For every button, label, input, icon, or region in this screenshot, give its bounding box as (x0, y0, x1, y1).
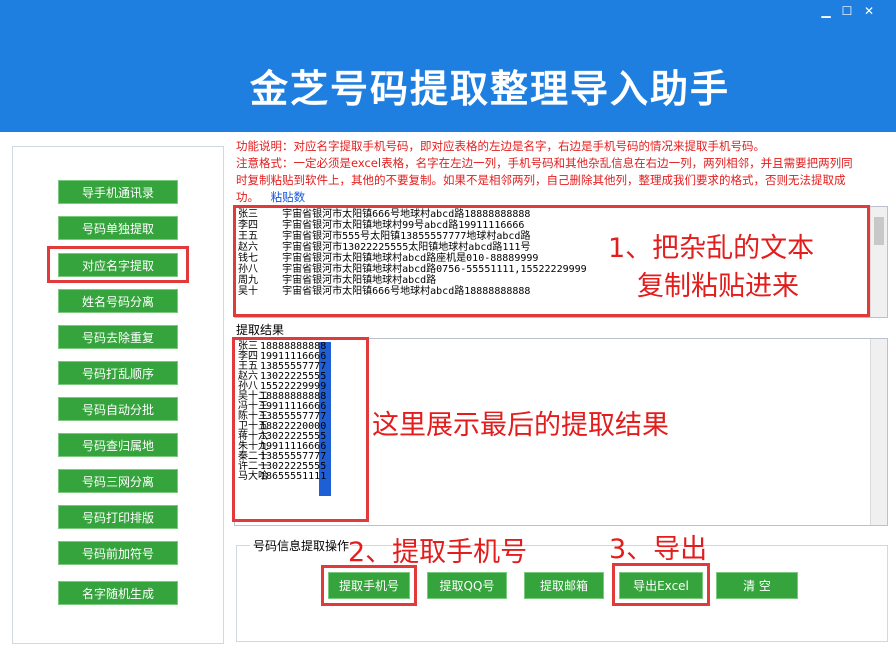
highlight-box-sidebar (47, 246, 189, 283)
sidebar-button-lookup-location[interactable]: 号码查归属地 (58, 433, 178, 457)
annotation-paste-line-1: 1、把杂乱的文本 (608, 233, 815, 264)
clear-button[interactable]: 清 空 (716, 572, 798, 599)
maximize-icon[interactable]: ☐ (838, 4, 856, 18)
sidebar-button-random-names[interactable]: 名字随机生成 (58, 581, 178, 605)
input-scroll-thumb[interactable] (874, 217, 884, 245)
annotation-result: 这里展示最后的提取结果 (372, 410, 669, 441)
annotation-extract: 2、提取手机号 (348, 537, 528, 568)
sidebar-button-auto-batch[interactable]: 号码自动分批 (58, 397, 178, 421)
highlight-box-export-button (612, 563, 710, 606)
result-label: 提取结果 (236, 323, 285, 337)
minimize-icon[interactable]: ▁ (817, 4, 835, 18)
result-scrollbar[interactable] (870, 339, 887, 525)
description-line-4-text: 功。 (236, 190, 259, 204)
description-line-2: 注意格式：一定必须是excel表格，名字在左边一列，手机号码和其他杂乱信息在右边… (236, 156, 853, 170)
sidebar-button-dedupe[interactable]: 号码去除重复 (58, 325, 178, 349)
description-line-1: 功能说明：对应名字提取手机号码，即对应表格的左边是名字，右边是手机号码的情况来提… (236, 139, 765, 153)
extract-email-button[interactable]: 提取邮箱 (524, 572, 604, 599)
sidebar-button-export-contacts[interactable]: 导手机通讯录 (58, 180, 178, 204)
sidebar-button-shuffle[interactable]: 号码打乱顺序 (58, 361, 178, 385)
description-line-3: 时复制粘贴到软件上，其他的不要复制。如果不是相邻两列，自己删除其他列，整理成我们… (236, 173, 846, 187)
sidebar-button-print-layout[interactable]: 号码打印排版 (58, 505, 178, 529)
extract-qq-button[interactable]: 提取QQ号 (427, 572, 507, 599)
sidebar-button-carrier-split[interactable]: 号码三网分离 (58, 469, 178, 493)
title-bar: 金芝号码提取整理导入助手 ▁ ☐ ✕ (0, 0, 896, 132)
sidebar-button-prefix-symbol[interactable]: 号码前加符号 (58, 541, 178, 565)
input-scrollbar[interactable] (870, 207, 887, 317)
annotation-export: 3、导出 (609, 534, 708, 565)
sidebar-button-extract-single[interactable]: 号码单独提取 (58, 216, 178, 240)
highlight-box-result (232, 337, 369, 522)
highlight-box-extract-button (321, 565, 417, 606)
app-title: 金芝号码提取整理导入助手 (249, 67, 730, 111)
group-label: 号码信息提取操作 (250, 537, 353, 554)
annotation-paste-line-2: 复制粘贴进来 (637, 271, 799, 302)
close-icon[interactable]: ✕ (860, 4, 878, 18)
sidebar-button-separate-name-number[interactable]: 姓名号码分离 (58, 289, 178, 313)
